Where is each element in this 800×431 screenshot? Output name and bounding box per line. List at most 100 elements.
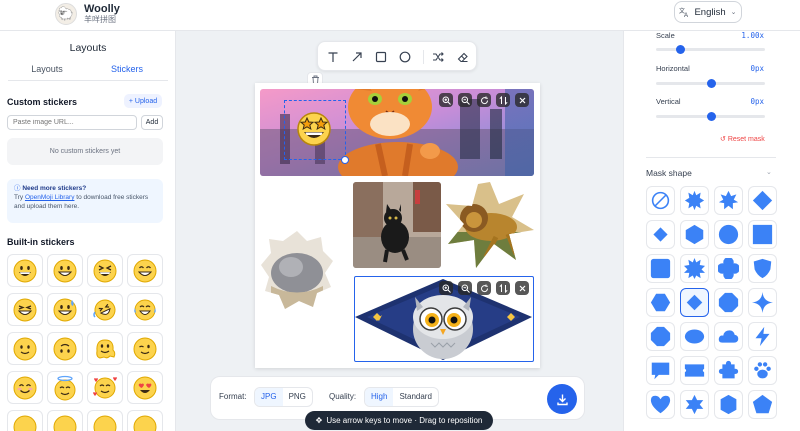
sticker-sweat-drop[interactable] [47,293,83,326]
star-struck-sticker[interactable] [296,111,332,152]
mask-shape-square[interactable] [748,220,777,249]
arrow-tool-icon[interactable] [350,50,364,64]
sticker-hearts[interactable] [87,371,123,404]
sticker-beaming[interactable] [47,254,83,287]
halo-face-icon [54,375,76,400]
tab-stickers[interactable]: Stickers [86,63,168,81]
collage-canvas[interactable] [255,83,540,368]
text-tool-icon[interactable] [326,50,340,64]
horizontal-slider[interactable] [656,79,765,88]
sticker-tears-of-joy[interactable] [127,293,163,326]
circle-tool-icon[interactable] [398,50,412,64]
photo-black-cat[interactable] [353,182,441,268]
sticker-heart-eyes[interactable] [127,371,163,404]
smiling-hearts-icon [93,376,117,398]
mask-shape-hexagon-flat[interactable] [646,288,675,317]
swap-icon[interactable] [496,93,510,107]
mask-shape-heart[interactable] [646,390,675,419]
shuffle-tool-icon[interactable] [431,50,445,64]
owl-rotate-icon[interactable] [477,281,491,295]
upload-button[interactable]: + Upload [124,94,162,108]
vertical-slider[interactable] [656,112,765,121]
mask-shape-octagon-badge[interactable] [714,288,743,317]
mask-shape-cloud[interactable] [714,322,743,351]
slider-thumb[interactable] [675,45,685,54]
none-icon [651,191,670,210]
sticker-more-4[interactable] [127,410,163,431]
scale-value: 1.00x [741,31,764,40]
mask-shape-star-8[interactable] [714,186,743,215]
chevron-down-icon[interactable]: ⌄ [766,168,772,176]
move-icon: ✥ [315,416,323,425]
sticker-squinting[interactable] [87,254,123,287]
mask-shape-hexagon-tall[interactable] [714,390,743,419]
panel-divider [646,157,776,158]
mask-shape-sparkle[interactable] [748,288,777,317]
owl-close-icon[interactable] [515,281,529,295]
mask-shape-diamond-selected[interactable] [680,288,709,317]
mask-shape-hexagon[interactable] [680,220,709,249]
photo-lion[interactable] [446,182,534,268]
rotate-icon[interactable] [477,93,491,107]
mask-shape-pentagon[interactable] [748,390,777,419]
tab-layouts[interactable]: Layouts [8,63,86,81]
mask-shape-ticket[interactable] [680,356,709,385]
mask-shape-star-12[interactable] [680,254,709,283]
mask-shape-flower[interactable] [714,254,743,283]
eraser-tool-icon[interactable] [456,50,470,64]
brand: Woolly 羊咩拼图 [84,3,120,25]
close-icon[interactable] [515,93,529,107]
mask-shape-burst[interactable] [680,186,709,215]
mask-shape-star-6[interactable] [680,390,709,419]
sticker-sweat[interactable] [7,293,43,326]
reset-mask-button[interactable]: ↺ Reset mask [720,135,765,143]
openmoji-link[interactable]: OpenMoji Library [25,194,75,201]
sticker-winking[interactable] [127,332,163,365]
mask-shape-puzzle[interactable] [714,356,743,385]
sticker-more-2[interactable] [47,410,83,431]
sticker-more-3[interactable] [87,410,123,431]
resize-handle[interactable] [341,156,349,164]
quality-high[interactable]: High [365,388,394,406]
sticker-smiling-eyes[interactable] [7,371,43,404]
scale-slider[interactable] [656,45,765,54]
square-icon [752,224,773,245]
mask-shape-square-round[interactable] [646,254,675,283]
mask-shape-paw[interactable] [748,356,777,385]
format-png[interactable]: PNG [283,388,312,406]
sticker-url-input[interactable] [7,115,137,130]
language-selector[interactable]: 文A English ⌄ [674,1,742,23]
mask-shape-circle[interactable] [714,220,743,249]
slider-thumb[interactable] [706,79,716,88]
owl-zoom-in-icon[interactable] [439,281,453,295]
sticker-halo[interactable] [47,371,83,404]
add-button[interactable]: Add [141,115,163,130]
sticker-melting[interactable] [87,332,123,365]
sticker-big-eyes[interactable] [127,254,163,287]
rectangle-tool-icon[interactable] [374,50,388,64]
sticker-grinning[interactable] [7,254,43,287]
mask-shape-lightning[interactable] [748,322,777,351]
mask-shape-speech-bubble[interactable] [646,356,675,385]
mask-shape-shield[interactable] [748,254,777,283]
zoom-out-icon[interactable] [458,93,472,107]
photo-grey-cat[interactable] [261,231,333,309]
left-panel: Layouts Layouts Stickers Custom stickers… [0,31,176,431]
format-jpg[interactable]: JPG [255,388,283,406]
mask-shape-octagon[interactable] [646,322,675,351]
zoom-in-icon[interactable] [439,93,453,107]
mask-shape-ellipse[interactable] [680,322,709,351]
slider-thumb[interactable] [706,112,716,121]
download-button[interactable] [547,384,577,414]
mask-shape-diamond[interactable] [748,186,777,215]
sticker-upside-down[interactable] [47,332,83,365]
sticker-slight-smile[interactable] [7,332,43,365]
owl-zoom-out-icon[interactable] [458,281,472,295]
mask-shape-none[interactable] [646,186,675,215]
sparkle-icon [752,292,773,313]
sticker-more-1[interactable] [7,410,43,431]
mask-shape-diamond-small[interactable] [646,220,675,249]
owl-swap-icon[interactable] [496,281,510,295]
quality-standard[interactable]: Standard [393,388,437,406]
sticker-rofl[interactable] [87,293,123,326]
